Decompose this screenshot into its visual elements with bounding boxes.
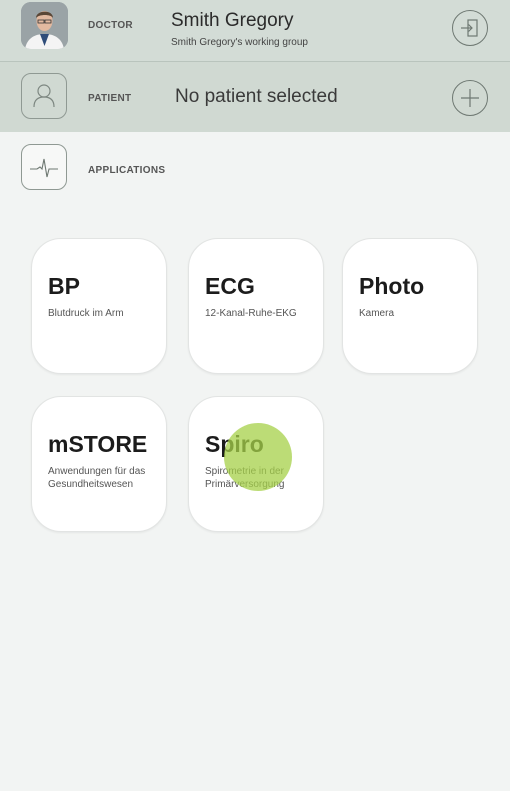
doctor-working-group: Smith Gregory's working group (171, 37, 308, 48)
doctor-name: Smith Gregory (171, 10, 294, 31)
app-tile-spiro[interactable]: Spiro Spirometrie in der Primärversorgun… (188, 396, 324, 532)
app-tile-photo[interactable]: Photo Kamera (342, 238, 478, 374)
doctor-avatar (21, 2, 68, 49)
person-icon (33, 84, 55, 108)
tile-subtitle: 12-Kanal-Ruhe-EKG (205, 308, 297, 319)
heartbeat-icon (30, 158, 58, 178)
plus-icon (461, 89, 479, 107)
tile-title: BP (48, 273, 80, 299)
doctor-row: DOCTOR Smith Gregory Smith Gregory's wor… (0, 0, 510, 62)
patient-status: No patient selected (175, 86, 338, 107)
app-tile-mstore[interactable]: mSTORE Anwendungen für das Gesundheitswe… (31, 396, 167, 532)
app-tile-bp[interactable]: BP Blutdruck im Arm (31, 238, 167, 374)
tile-title: mSTORE (48, 431, 148, 457)
add-patient-button[interactable] (452, 80, 488, 116)
applications-row: APPLICATIONS (0, 132, 510, 204)
tile-subtitle: Kamera (359, 308, 395, 319)
tile-subtitle: Spirometrie in der Primärversorgung (205, 466, 285, 490)
doctor-label: DOCTOR (88, 20, 133, 31)
app-tile-ecg[interactable]: ECG 12-Kanal-Ruhe-EKG (188, 238, 324, 374)
patient-label: PATIENT (88, 93, 132, 104)
tile-subtitle: Anwendungen für das Gesundheitswesen (48, 466, 146, 490)
logout-button[interactable] (452, 10, 488, 46)
tile-title: Spiro (205, 431, 264, 457)
patient-icon-box (21, 73, 67, 119)
applications-icon-box (21, 144, 67, 190)
tile-title: ECG (205, 273, 255, 299)
tile-subtitle: Blutdruck im Arm (48, 308, 124, 319)
logout-icon (461, 19, 478, 37)
applications-label: APPLICATIONS (88, 165, 166, 176)
tile-title: Photo (359, 273, 425, 299)
